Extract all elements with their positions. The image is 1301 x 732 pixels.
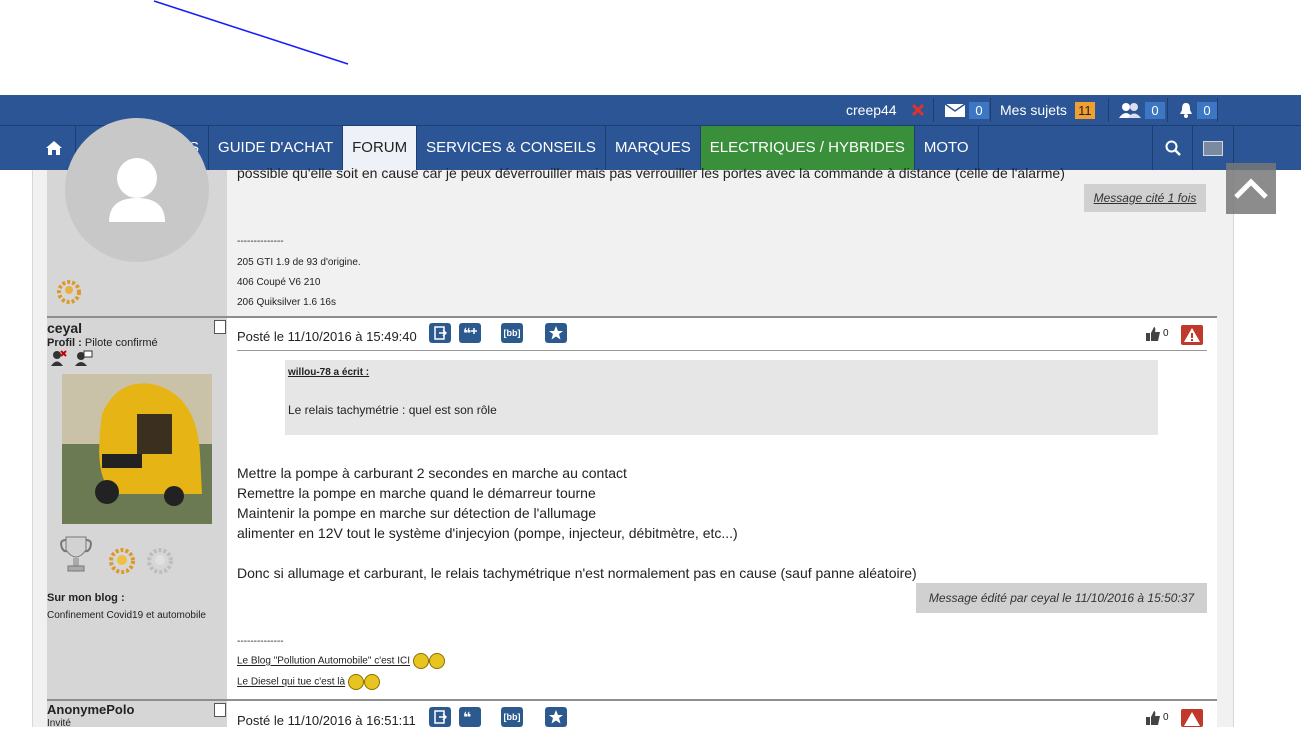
star-icon[interactable] — [545, 707, 567, 727]
profile-card-icon[interactable] — [214, 703, 226, 717]
warning-icon — [1184, 712, 1200, 726]
like-icon[interactable] — [1145, 710, 1161, 731]
laughing-smiley-icon — [412, 653, 429, 669]
ceyal-avatar[interactable] — [62, 374, 212, 524]
messages-button[interactable]: 0 — [944, 95, 989, 125]
like-icon[interactable] — [1145, 326, 1161, 347]
trophy-icon — [59, 534, 93, 579]
my-topics-label: Mes sujets — [1000, 102, 1067, 118]
default-avatar — [65, 118, 209, 262]
envelope-icon — [944, 102, 966, 117]
divider — [1167, 98, 1168, 122]
search-icon — [1165, 140, 1181, 156]
chevron-up-icon — [1234, 178, 1268, 199]
laughing-smiley-icon — [363, 674, 380, 690]
quote-block: willou-78 a écrit : Le relais tachymétri… — [285, 360, 1158, 435]
laughing-smiley-icon — [347, 674, 364, 690]
warning-icon — [1184, 328, 1200, 342]
next-post-body: Posté le 11/10/2016 à 16:51:11 ❝ [bb] 0 — [227, 701, 1217, 728]
divider — [1217, 98, 1218, 122]
post-line: Maintenir la pompe en marche sur détecti… — [237, 505, 597, 521]
star-icon[interactable] — [545, 323, 567, 343]
post-line: Donc si allumage et carburant, le relais… — [237, 565, 917, 581]
remove-friend-icon[interactable] — [51, 350, 67, 371]
quoted-count-link[interactable]: Message cité 1 fois — [1084, 184, 1206, 212]
header-divider — [237, 350, 1207, 351]
post-line: Mettre la pompe à carburant 2 secondes e… — [237, 465, 627, 481]
friends-button[interactable]: 0 — [1118, 95, 1165, 125]
bell-icon — [1180, 103, 1192, 118]
divider — [990, 98, 991, 122]
signature-line: Le Diesel qui tue c'est là — [237, 674, 380, 690]
signature-line: Le Blog "Pollution Automobile" c'est ICI — [237, 653, 445, 669]
quote-icon[interactable]: ❝ — [459, 323, 481, 343]
private-message-icon[interactable] — [75, 350, 93, 371]
laughing-smiley-icon — [428, 653, 445, 669]
gold-laurel-icon — [107, 546, 137, 581]
post-timestamp: Posté le 11/10/2016 à 15:49:40 — [237, 329, 417, 344]
svg-text:❝: ❝ — [463, 710, 471, 724]
gold-laurel-icon — [55, 278, 83, 306]
bbcode-button[interactable]: [bb] — [501, 707, 523, 727]
report-button[interactable] — [1181, 709, 1203, 727]
post-timestamp: Posté le 11/10/2016 à 16:51:11 — [237, 713, 416, 728]
signature-line: 206 Quiksilver 1.6 16s — [237, 297, 336, 308]
post-line: alimenter en 12V tout le système d'injec… — [237, 525, 738, 541]
prev-post-body: possible qu'elle soit en cause car je pe… — [227, 165, 1217, 316]
post-line: Remettre la pompe en marche quand le dém… — [237, 485, 596, 501]
ceyal-post-body: Posté le 11/10/2016 à 15:49:40 ❝ [bb] 0 … — [227, 318, 1217, 699]
username-link[interactable]: creep44 — [846, 95, 897, 125]
next-post-author-panel: AnonymePolo Invité — [47, 701, 227, 729]
like-count: 0 — [1163, 712, 1169, 723]
scroll-to-top-button[interactable] — [1226, 163, 1276, 214]
quote-author[interactable]: willou-78 a écrit : — [288, 367, 369, 378]
prev-post-text: possible qu'elle soit en cause car je pe… — [237, 165, 1065, 181]
profile-rank: Pilote confirmé — [84, 337, 158, 349]
divider — [1108, 98, 1109, 122]
quote-text: Le relais tachymétrie : quel est son rôl… — [288, 403, 497, 417]
blog-label: Sur mon blog : — [47, 592, 125, 604]
diesel-signature-link[interactable]: Le Diesel qui tue c'est là — [237, 677, 345, 688]
notifications-count-badge: 0 — [1197, 101, 1217, 119]
reply-icon[interactable] — [429, 707, 451, 727]
blog-link[interactable]: Confinement Covid19 et automobile — [47, 610, 206, 621]
signature-line: 205 GTI 1.9 de 93 d'origine. — [237, 257, 361, 268]
notifications-button[interactable]: 0 — [1178, 95, 1217, 125]
profile-label: Profil : — [47, 337, 82, 349]
profile-card-icon[interactable] — [214, 320, 226, 334]
like-count: 0 — [1163, 328, 1169, 339]
home-icon — [46, 141, 62, 155]
silver-laurel-icon — [145, 546, 175, 581]
quote-icon[interactable]: ❝ — [459, 707, 481, 727]
mail-count-badge: 0 — [969, 101, 989, 119]
edited-notice: Message édité par ceyal le 11/10/2016 à … — [916, 583, 1207, 613]
author-name[interactable]: AnonymePolo — [47, 702, 134, 717]
author-role: Invité — [47, 718, 71, 729]
signature-separator: -------------- — [237, 236, 284, 247]
user-bar: creep44 0 Mes sujets 11 0 0 — [0, 95, 1301, 125]
signature-line: 406 Coupé V6 210 — [237, 277, 321, 288]
author-profile: Profil : Pilote confirmé — [47, 337, 158, 349]
divider — [933, 98, 934, 122]
svg-text:❝: ❝ — [463, 326, 471, 340]
prev-post-author-panel — [47, 118, 227, 316]
username[interactable]: creep44 — [846, 102, 897, 118]
user-avatar-icon — [1203, 140, 1223, 156]
friends-count-badge: 0 — [1145, 101, 1165, 119]
signature-separator: -------------- — [237, 636, 284, 647]
blog-signature-link[interactable]: Le Blog "Pollution Automobile" c'est ICI — [237, 656, 410, 667]
users-icon — [1119, 103, 1141, 118]
my-topics-button[interactable]: Mes sujets 11 — [1000, 95, 1095, 125]
bbcode-button[interactable]: [bb] — [501, 323, 523, 343]
ceyal-author-panel: ceyal Profil : Pilote confirmé Sur mon b… — [47, 318, 227, 699]
reply-icon[interactable] — [429, 323, 451, 343]
report-button[interactable] — [1181, 325, 1203, 345]
logout-icon[interactable] — [911, 95, 925, 125]
decorative-line — [153, 0, 349, 65]
author-name[interactable]: ceyal — [47, 320, 82, 336]
my-topics-count-badge: 11 — [1074, 101, 1095, 119]
